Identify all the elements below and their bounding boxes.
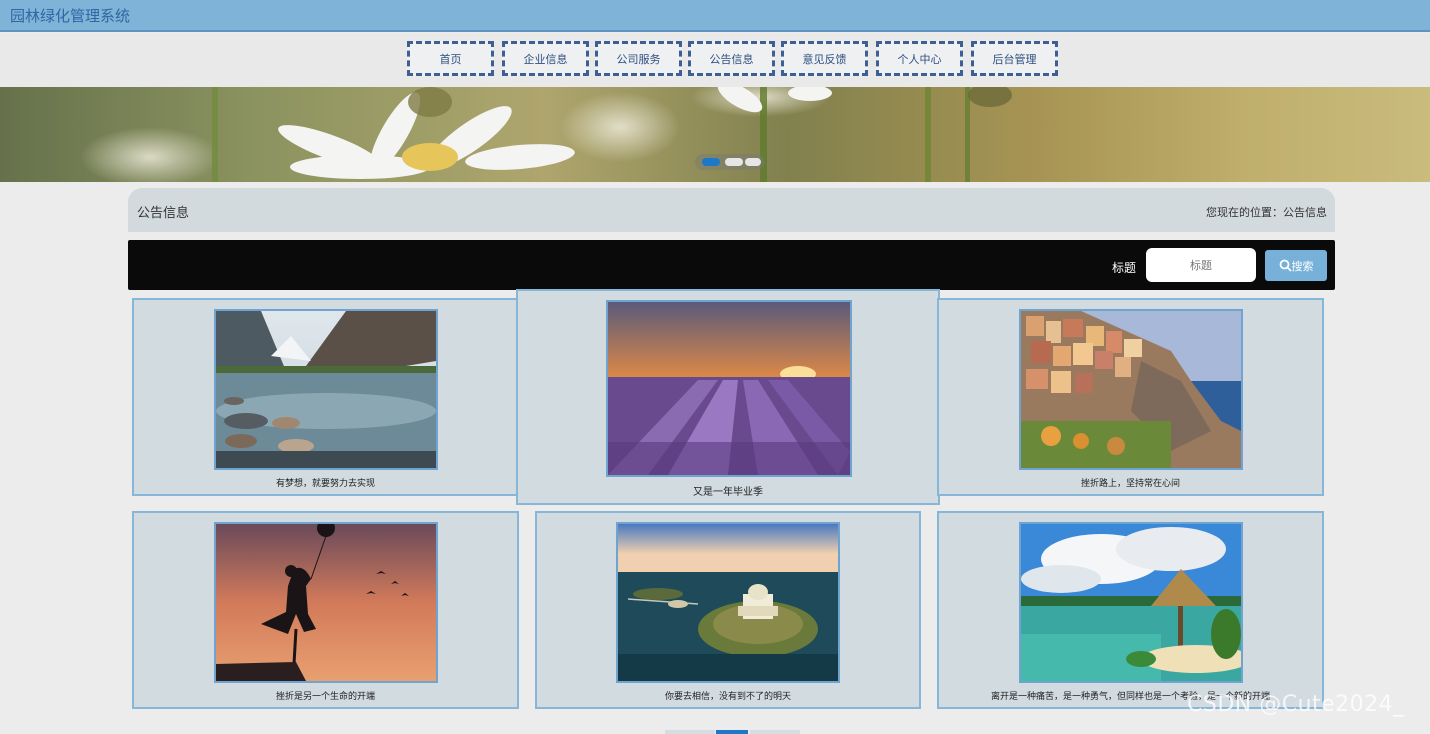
card-image	[1019, 309, 1243, 470]
card-image	[616, 522, 840, 683]
announcement-card[interactable]: 挫折是另一个生命的开端	[132, 511, 519, 709]
card-caption: 你要去相信，没有到不了的明天	[664, 692, 791, 702]
card-caption: 有梦想，就要努力去实现	[275, 479, 375, 489]
card-caption: 又是一年毕业季	[693, 487, 763, 498]
card-image	[1019, 522, 1243, 683]
announcement-card[interactable]: 挫折路上，坚持常在心间	[937, 298, 1324, 496]
search-bar: 标题 搜索	[128, 240, 1335, 290]
nav-item-company-services[interactable]: 公司服务	[595, 41, 682, 76]
card-image	[606, 300, 852, 477]
announcement-card[interactable]: 又是一年毕业季	[516, 289, 940, 505]
pager-button[interactable]	[665, 730, 715, 734]
card-image	[214, 522, 438, 683]
page-title: 公告信息	[137, 206, 190, 221]
card-caption: 挫折是另一个生命的开端	[275, 692, 375, 702]
search-button-label: 搜索	[1291, 259, 1314, 273]
nav-item-admin[interactable]: 后台管理	[971, 41, 1058, 76]
announcement-card[interactable]: 你要去相信，没有到不了的明天	[535, 511, 921, 709]
search-button[interactable]: 搜索	[1265, 250, 1327, 281]
pager-button[interactable]	[750, 730, 800, 734]
carousel-dot-2[interactable]	[725, 158, 743, 166]
search-input[interactable]	[1146, 248, 1256, 282]
panel-header: 公告信息 您现在的位置：公告信息	[128, 188, 1335, 232]
pager-current-page[interactable]	[716, 730, 748, 734]
card-caption: 挫折路上，坚持常在心间	[1080, 479, 1180, 489]
announcement-card[interactable]: 离开是一种痛苦，是一种勇气，但同样也是一个考验，是一个新的开端	[937, 511, 1324, 709]
top-bar: 园林绿化管理系统	[0, 0, 1430, 32]
carousel-dot-1[interactable]	[702, 158, 720, 166]
main-nav: 首页 企业信息 公司服务 公告信息 意见反馈 个人中心 后台管理	[0, 33, 1430, 87]
carousel-dot-3[interactable]	[745, 158, 761, 166]
site-title: 园林绿化管理系统	[10, 7, 131, 25]
card-image	[214, 309, 438, 470]
search-label: 标题	[1112, 261, 1137, 275]
nav-item-home[interactable]: 首页	[407, 41, 494, 76]
nav-item-announcements[interactable]: 公告信息	[688, 41, 775, 76]
nav-item-personal-center[interactable]: 个人中心	[876, 41, 963, 76]
search-icon	[1279, 259, 1292, 272]
breadcrumb: 您现在的位置：公告信息	[1206, 206, 1327, 219]
nav-item-feedback[interactable]: 意见反馈	[781, 41, 868, 76]
announcement-card[interactable]: 有梦想，就要努力去实现	[132, 298, 519, 496]
watermark: CSDN @Cute2024_	[1187, 692, 1405, 717]
nav-item-company-info[interactable]: 企业信息	[502, 41, 589, 76]
